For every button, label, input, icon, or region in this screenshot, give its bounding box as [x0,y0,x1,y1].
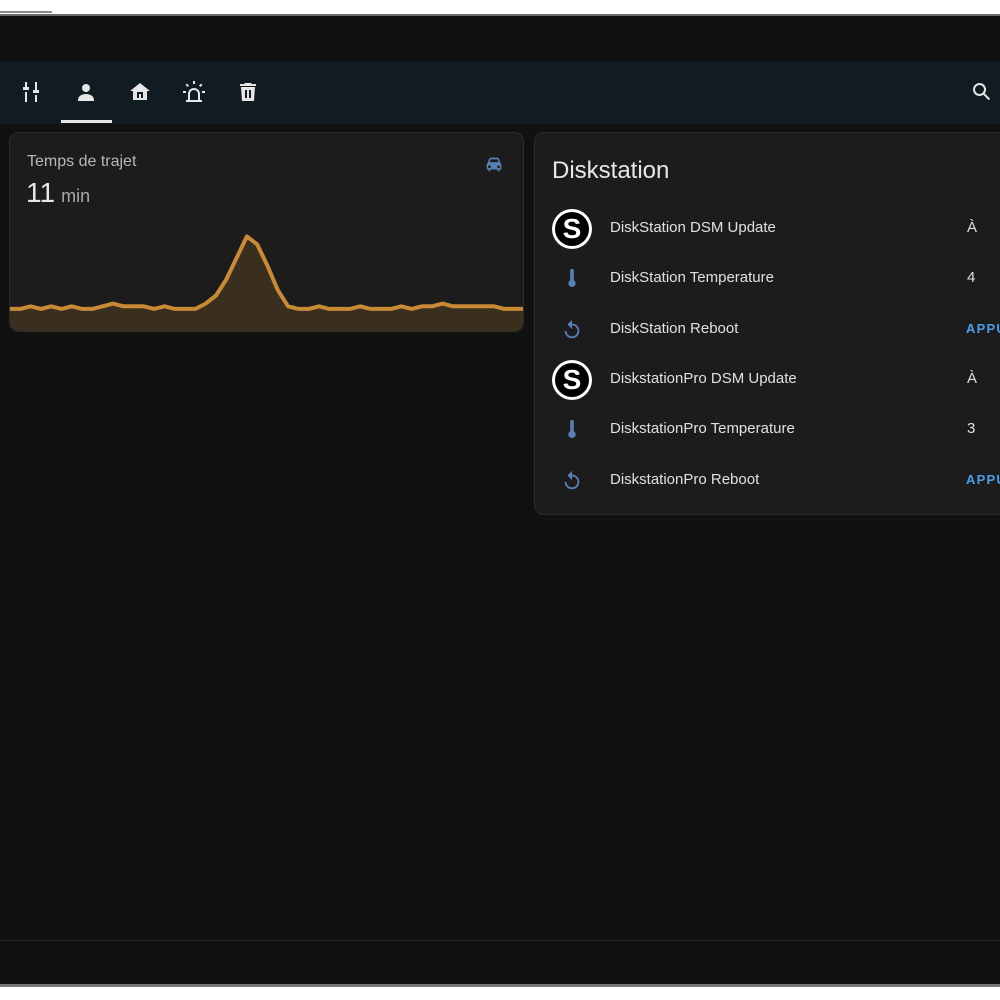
entity-state: À [967,219,978,236]
entity-name: DiskstationPro Temperature [610,420,795,437]
footer-divider [0,940,1000,941]
entity-state: À [967,370,978,387]
app-header [0,16,1000,62]
top-bezel [0,0,1000,14]
bottom-bezel [0,984,1000,1000]
synology-logo: S [551,208,593,250]
entity-row[interactable]: S DiskstationPro DSM Update À [535,354,1000,404]
restart-icon [551,460,593,502]
entity-state: 4 [967,269,976,286]
restart-icon [551,309,593,351]
sparkline-area [10,236,523,331]
trash-icon[interactable] [235,79,261,105]
entity-row[interactable]: DiskStation Temperature 4 [535,253,1000,303]
app-screen: Temps de trajet 11 min Diskstation S Disk… [0,14,1000,986]
press-button[interactable]: APPU [966,472,1000,487]
synology-logo: S [551,359,593,401]
entity-name: DiskStation DSM Update [610,219,776,236]
travel-time-number: 11 [26,177,56,208]
alarm-light-icon[interactable] [181,79,207,105]
thermometer-icon [551,409,593,451]
entity-name: DiskstationPro Reboot [610,471,760,488]
travel-time-card[interactable]: Temps de trajet 11 min [9,132,524,332]
search-icon[interactable] [969,79,995,105]
diskstation-card: Diskstation S DiskStation DSM Update À D… [534,132,1000,515]
bezel-edge [0,984,1000,987]
travel-time-sparkline [10,234,523,331]
diskstation-card-title: Diskstation [552,157,670,184]
press-button[interactable]: APPU [966,321,1000,336]
entity-row[interactable]: S DiskStation DSM Update À [535,203,1000,253]
travel-time-value: 11 min [26,177,90,209]
entity-row[interactable]: DiskstationPro Temperature 3 [535,404,1000,454]
entity-name: DiskStation Temperature [610,269,774,286]
view-toolbar [0,62,1000,124]
entity-state: 3 [967,420,976,437]
thermometer-icon [551,258,593,300]
person-icon[interactable] [73,79,99,105]
car-icon [483,153,507,177]
home-icon[interactable] [127,79,153,105]
active-tab-indicator [61,120,112,123]
entity-row[interactable]: DiskStation Reboot APPU [535,304,1000,354]
travel-time-unit: min [61,186,91,206]
travel-time-label: Temps de trajet [27,153,137,170]
entity-row[interactable]: DiskstationPro Reboot APPU [535,455,1000,505]
bezel-notch [0,11,52,13]
entity-name: DiskstationPro DSM Update [610,370,797,387]
entity-name: DiskStation Reboot [610,320,739,337]
tuner-icon[interactable] [19,79,45,105]
